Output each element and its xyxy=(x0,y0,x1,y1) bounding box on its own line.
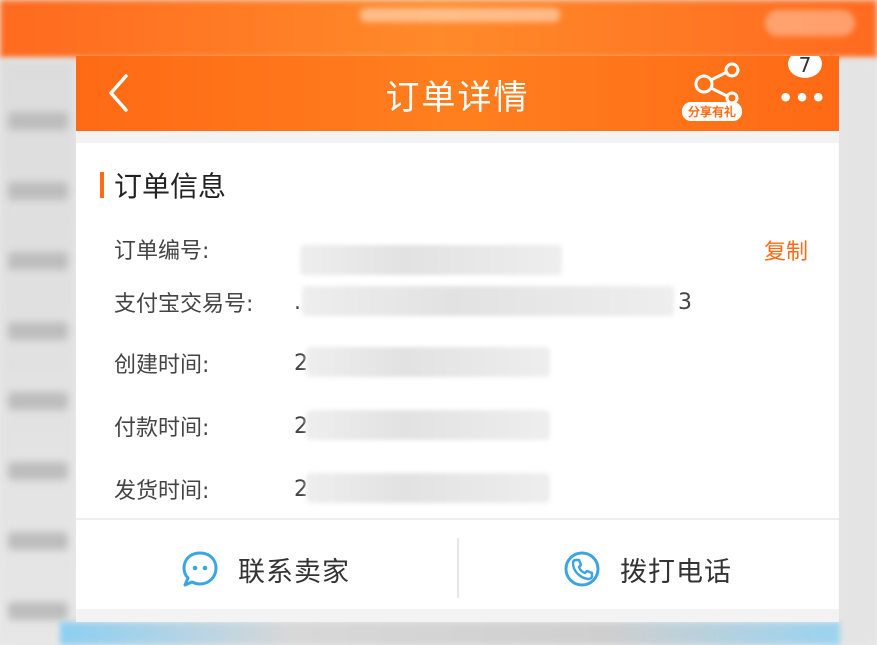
background-button-blur xyxy=(765,10,855,36)
alipay-trade-label: 支付宝交易号: xyxy=(114,292,254,317)
background-side-blur xyxy=(837,60,877,645)
created-time-value: 2 xyxy=(294,346,550,377)
order-detail-card: 订单详情 分享有礼 ••• 7 订单信息 订单编号: 复制 支付宝交易号: . … xyxy=(76,56,839,622)
redaction-blur xyxy=(302,285,674,316)
chat-bubble-icon xyxy=(182,551,218,587)
contact-seller-button[interactable]: 联系卖家 xyxy=(180,534,350,604)
alipay-trade-row: 支付宝交易号: . 3 xyxy=(114,285,694,319)
section-title: 订单信息 xyxy=(114,170,227,203)
footer-divider xyxy=(457,538,459,598)
call-phone-button[interactable]: 拨打电话 xyxy=(562,534,732,604)
divider xyxy=(76,518,839,520)
created-time-row: 创建时间: 2 xyxy=(114,346,550,380)
nav-bar: 订单详情 分享有礼 ••• 7 xyxy=(76,56,839,131)
more-button[interactable]: ••• xyxy=(778,76,826,112)
alipay-trade-value: . 3 xyxy=(294,285,694,316)
created-time-label: 创建时间: xyxy=(114,353,210,378)
contact-seller-label: 联系卖家 xyxy=(238,556,350,588)
payment-time-value: 2 xyxy=(294,409,550,440)
order-number-row: 订单编号: xyxy=(114,232,562,275)
copy-button[interactable]: 复制 xyxy=(764,234,808,266)
payment-time-label: 付款时间: xyxy=(114,416,210,441)
shipping-time-value: 2 xyxy=(294,472,550,503)
bottom-spacer xyxy=(76,609,839,622)
payment-time-row: 付款时间: 2 xyxy=(114,409,550,443)
more-dots-icon: ••• xyxy=(778,84,828,112)
phone-icon xyxy=(564,551,600,587)
redaction-blur xyxy=(300,245,562,275)
redaction-blur xyxy=(306,346,550,377)
shipping-time-label: 发货时间: xyxy=(114,479,210,504)
shipping-time-row: 发货时间: 2 xyxy=(114,472,550,506)
section-accent-bar xyxy=(100,172,104,198)
section-header: 订单信息 xyxy=(100,168,227,203)
section-spacer xyxy=(76,131,839,143)
share-button[interactable]: 分享有礼 xyxy=(680,60,750,128)
redaction-blur xyxy=(306,409,550,440)
share-icon xyxy=(694,62,740,104)
call-phone-label: 拨打电话 xyxy=(620,556,732,588)
order-number-label: 订单编号: xyxy=(114,239,210,264)
background-title-blur xyxy=(360,8,560,22)
background-bottom-blur xyxy=(60,622,840,645)
background-list-blur xyxy=(0,60,76,645)
redaction-blur xyxy=(306,472,550,503)
share-reward-badge: 分享有礼 xyxy=(682,102,743,121)
background-header-blur xyxy=(0,0,877,58)
